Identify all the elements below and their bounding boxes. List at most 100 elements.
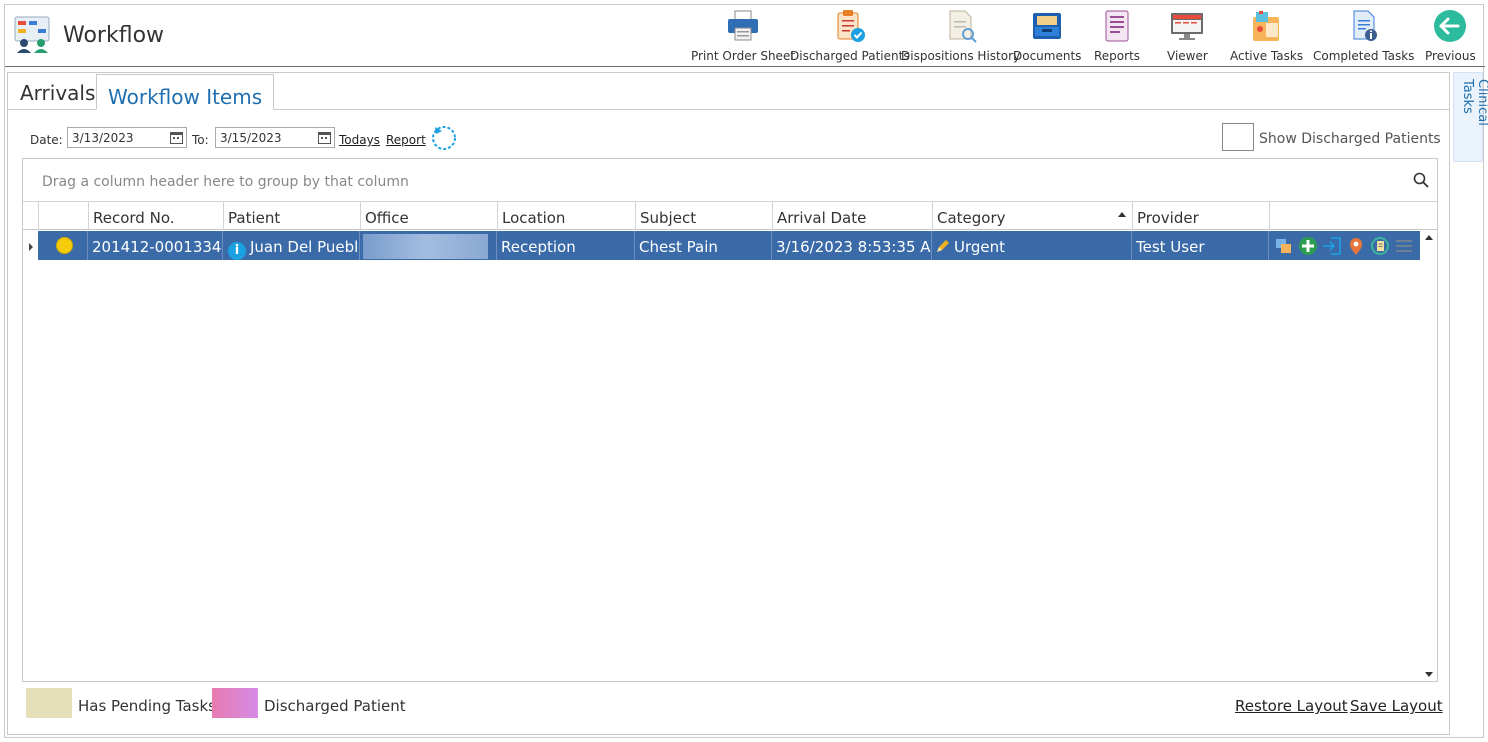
to-label: To: [192,133,209,147]
clipboard-check-icon [832,9,868,43]
scroll-up-icon[interactable] [1425,235,1433,240]
row-indicator-icon [29,243,33,251]
completed-tasks-label: Completed Tasks [1313,49,1415,63]
column-header-office[interactable]: Office [361,202,498,230]
office-cell [360,231,497,260]
column-headers: Record No. Patient Office Location Subje… [23,202,1437,230]
location-cell: Reception [497,231,635,260]
group-panel[interactable]: Drag a column header here to group by th… [23,159,1437,202]
status-dot-icon [56,237,73,254]
arrival-date-cell: 3/16/2023 8:53:35 AM [772,231,932,260]
discharged-patients-button[interactable]: Discharged Patients [790,9,910,65]
actions-column-header [1270,202,1420,230]
dispositions-history-button[interactable]: Dispositions History [901,9,1020,65]
header-bar: Workflow Print Order Sheet Discharged Pa… [5,5,1485,67]
pencil-icon [937,240,949,252]
reports-label: Reports [1094,49,1141,63]
column-header-subject[interactable]: Subject [636,202,773,230]
restore-layout-link[interactable]: Restore Layout [1235,697,1348,715]
date-to-value: 3/15/2023 [220,131,282,145]
todays-link[interactable]: Todays [339,133,380,147]
show-discharged-checkbox[interactable] [1222,123,1254,151]
date-to-field[interactable]: 3/15/2023 [215,127,335,148]
date-from-value: 3/13/2023 [72,131,134,145]
workflow-grid: Drag a column header here to group by th… [22,158,1438,682]
active-tasks-button[interactable]: Active Tasks [1230,9,1303,65]
active-tasks-label: Active Tasks [1230,49,1304,63]
tab-workflow-items[interactable]: Workflow Items [96,74,275,110]
indicator-column-header [23,202,39,230]
category-value: Urgent [954,238,1006,256]
menu-icon[interactable] [1394,236,1414,256]
actions-cell [1269,231,1420,260]
info-icon[interactable]: i [228,242,246,260]
filter-bar: Date: 3/13/2023 To: 3/15/2023 Todays Rep… [8,123,1449,153]
category-cell: Urgent [932,231,1132,260]
pending-tasks-swatch [26,688,72,718]
status-column-header[interactable] [39,202,89,230]
notes-icon[interactable] [1370,236,1390,256]
location-pin-icon[interactable] [1346,236,1366,256]
discharged-patients-label: Discharged Patients [790,49,910,63]
column-header-patient[interactable]: Patient [224,202,361,230]
clinical-tasks-tab[interactable]: Clinical Tasks [1453,72,1488,162]
clinical-tasks-label: Clinical Tasks [1460,79,1488,126]
date-label: Date: [30,133,63,147]
previous-label: Previous [1425,49,1476,63]
workflow-logo-icon [14,16,50,53]
save-layout-link[interactable]: Save Layout [1350,697,1443,715]
provider-cell: Test User [1132,231,1269,260]
tab-arrivals[interactable]: Arrivals [8,73,105,109]
discharged-patient-label: Discharged Patient [264,697,406,715]
column-header-category[interactable]: Category [933,202,1133,230]
column-header-arrival-date[interactable]: Arrival Date [773,202,933,230]
workflow-window: Workflow Print Order Sheet Discharged Pa… [4,4,1488,738]
app-title: Workflow [63,23,165,48]
status-cell [38,231,88,260]
viewer-label: Viewer [1167,49,1208,63]
column-header-location[interactable]: Location [498,202,636,230]
show-discharged-label: Show Discharged Patients [1259,131,1441,147]
add-icon[interactable] [1298,236,1318,256]
arrow-left-icon [1432,9,1468,43]
sort-ascending-icon [1118,212,1126,217]
report-icon [1099,9,1135,43]
subject-cell: Chest Pain [635,231,772,260]
completed-tasks-button[interactable]: Completed Tasks [1313,9,1414,65]
monitor-icon [1169,9,1205,43]
printer-icon [725,9,761,43]
column-header-provider[interactable]: Provider [1133,202,1270,230]
document-search-icon [943,9,979,43]
search-icon[interactable] [1413,172,1429,188]
viewer-button[interactable]: Viewer [1167,9,1208,65]
vertical-scrollbar[interactable] [1421,230,1437,682]
dispositions-history-label: Dispositions History [901,49,1021,63]
check-in-icon[interactable] [1322,236,1342,256]
pending-tasks-label: Has Pending Tasks [78,697,216,715]
documents-button[interactable]: Documents [1013,9,1081,65]
discharged-patient-swatch [212,688,258,718]
column-header-record-no[interactable]: Record No. [89,202,224,230]
scroll-down-icon[interactable] [1425,672,1433,677]
column-header-category-label: Category [937,209,1006,227]
report-link[interactable]: Report [386,133,426,147]
record-no-cell: 201412-0001334 [88,231,223,260]
calendar-icon[interactable] [170,131,183,144]
previous-button[interactable]: Previous [1425,9,1476,65]
transfer-icon[interactable] [1274,236,1294,256]
main-panel: Arrivals Workflow Items Date: 3/13/2023 … [7,72,1450,735]
redacted-office-value [363,234,488,259]
date-from-field[interactable]: 3/13/2023 [67,127,187,148]
table-row[interactable]: 201412-0001334 i Juan Del Pueblo Receptio… [38,231,1420,260]
print-order-sheet-button[interactable]: Print Order Sheet [691,9,795,65]
calendar-icon[interactable] [318,131,331,144]
documents-label: Documents [1013,49,1082,63]
group-panel-hint: Drag a column header here to group by th… [42,174,409,190]
patient-cell[interactable]: i Juan Del Pueblo [223,231,360,260]
completed-doc-icon [1346,9,1382,43]
reports-button[interactable]: Reports [1094,9,1140,65]
print-order-sheet-label: Print Order Sheet [691,49,796,63]
refresh-icon[interactable] [430,123,458,151]
patient-name: Juan Del Pueblo [250,238,360,256]
inbox-tray-icon [1029,9,1065,43]
